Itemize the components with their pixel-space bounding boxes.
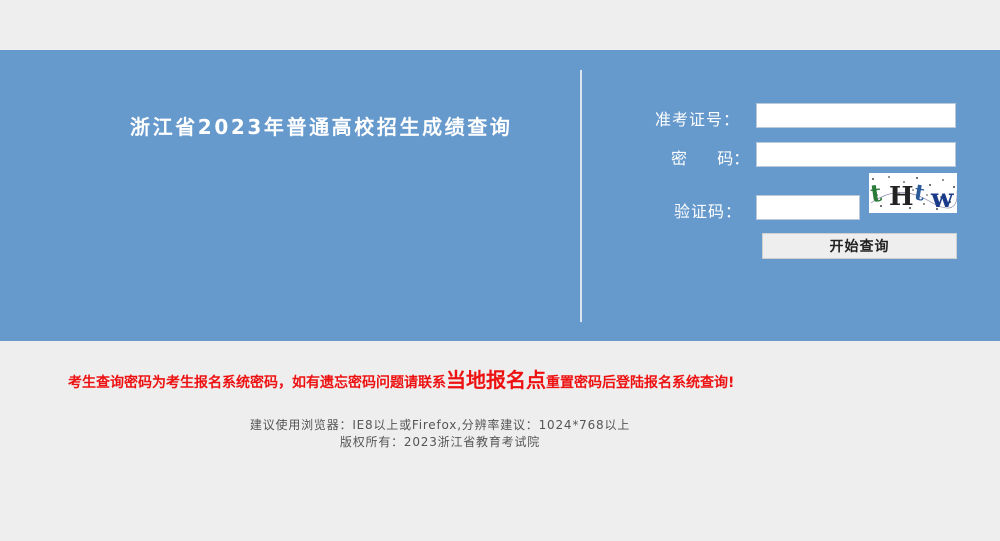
notice-text: 考生查询密码为考生报名系统密码，如有遗忘密码问题请联系当地报名点重置密码后登陆报… xyxy=(68,366,734,397)
notice-highlight: 当地报名点 xyxy=(446,368,546,392)
password-label-char: 密 xyxy=(671,149,688,168)
vertical-divider xyxy=(580,70,582,322)
svg-text:w: w xyxy=(930,184,954,213)
notice-part2: 重置密码后登陆报名系统查询! xyxy=(546,375,735,391)
password-label: 密 码： xyxy=(671,145,749,169)
exam-id-label: 准考证号： xyxy=(655,110,741,129)
copyright: 版权所有：2023浙江省教育考试院 xyxy=(339,435,541,449)
captcha-graphic: t H t w xyxy=(869,173,957,213)
captcha-input[interactable] xyxy=(756,195,860,220)
browser-recommendation: 建议使用浏览器：IE8以上或Firefox,分辨率建议：1024*768以上 xyxy=(249,418,631,432)
password-label-char: 码： xyxy=(717,149,750,168)
captcha-label: 验证码： xyxy=(674,202,743,221)
exam-id-input[interactable] xyxy=(756,103,956,128)
svg-text:H: H xyxy=(889,182,914,212)
page-title: 浙江省2023年普通高校招生成绩查询 xyxy=(130,115,513,139)
submit-query-button[interactable]: 开始查询 xyxy=(762,233,957,259)
notice-part1: 考生查询密码为考生报名系统密码，如有遗忘密码问题请联系 xyxy=(68,375,446,391)
captcha-image[interactable]: t H t w xyxy=(869,173,957,213)
password-input[interactable] xyxy=(756,142,956,167)
